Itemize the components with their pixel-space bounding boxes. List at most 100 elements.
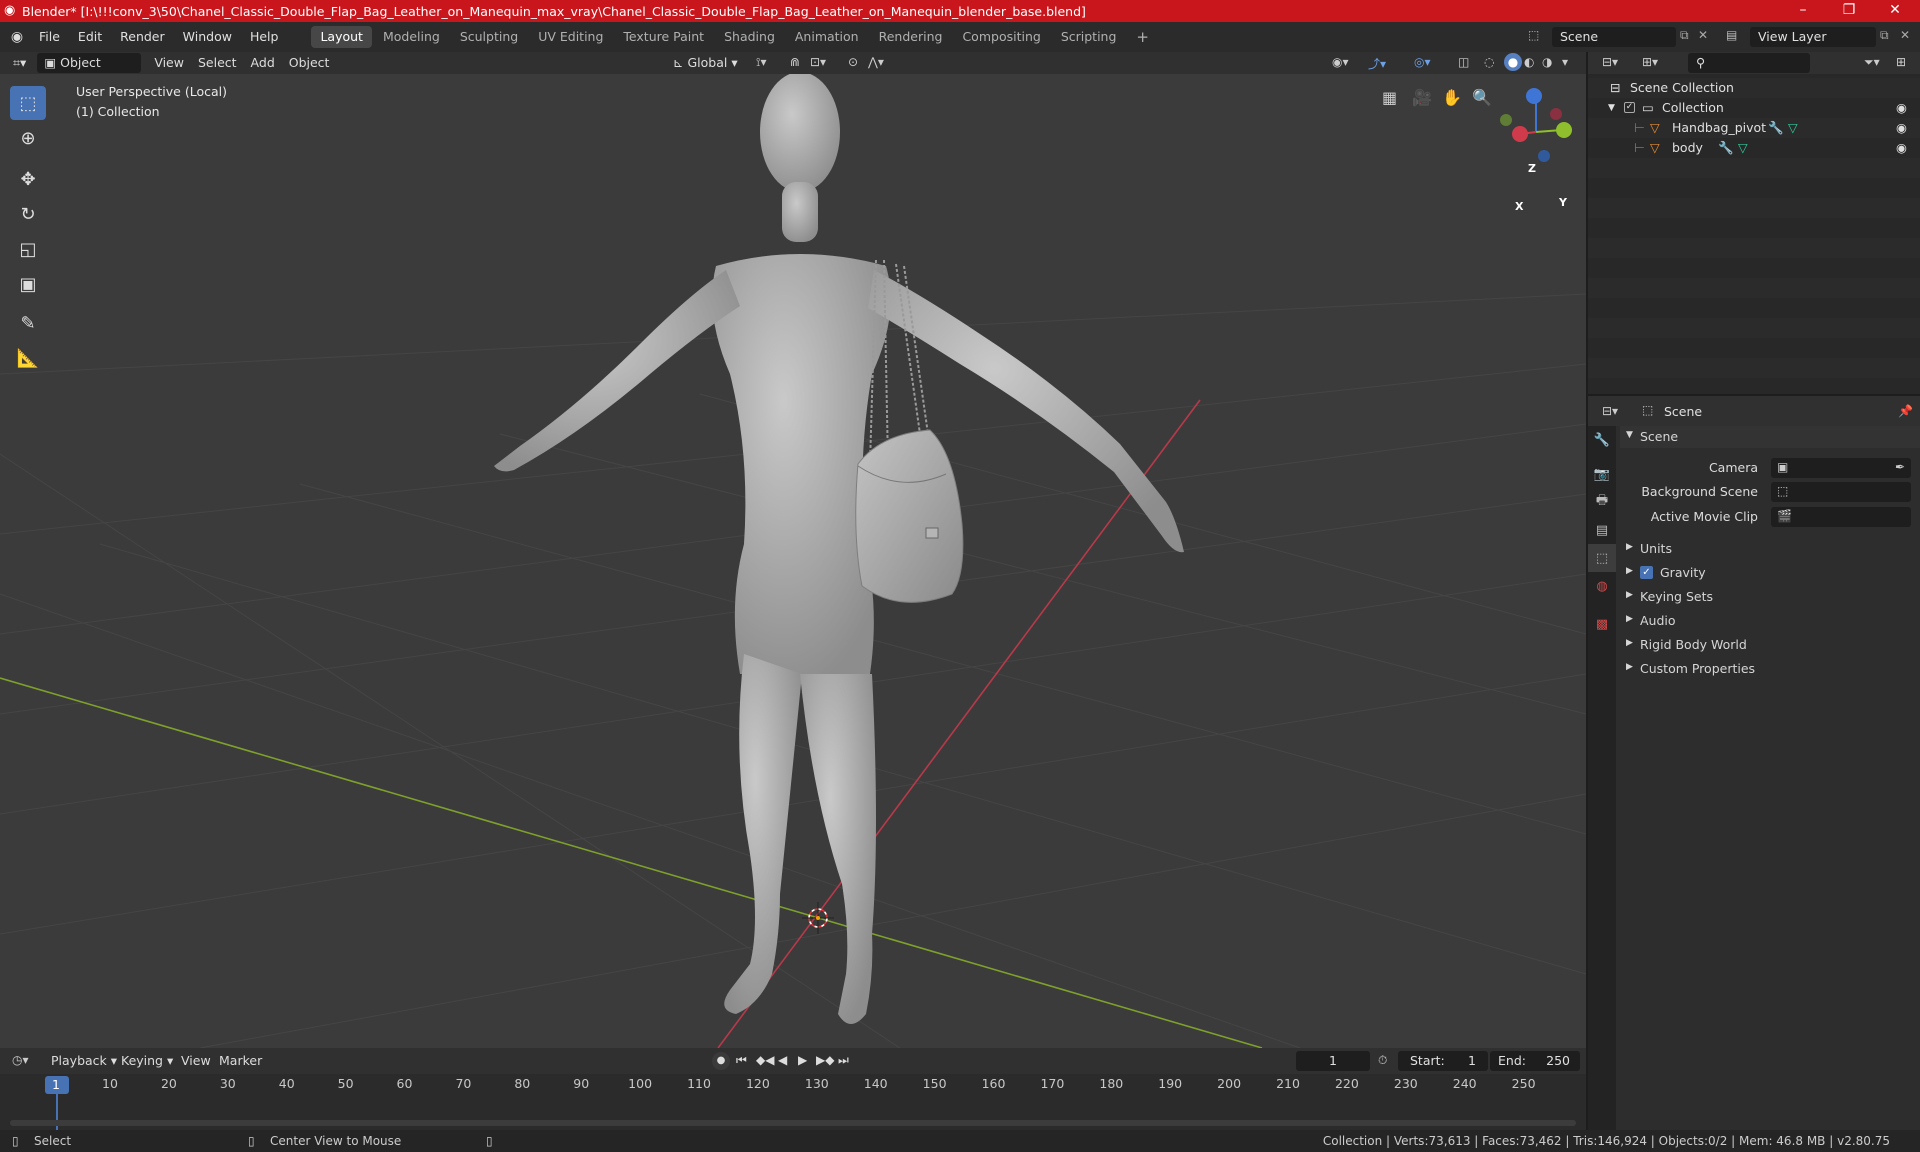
next-keyframe-icon[interactable]: ▶◆ xyxy=(816,1053,834,1067)
xray-toggle-icon[interactable]: ◫ xyxy=(1458,55,1469,69)
scene-section-header[interactable]: ▼ Scene xyxy=(1620,426,1920,448)
gizmo-toggle-icon[interactable]: ⤴▾ xyxy=(1368,55,1386,72)
scale-tool[interactable]: ◱ xyxy=(10,232,46,266)
pin-icon[interactable]: 📌 xyxy=(1898,404,1913,418)
tab-world[interactable]: ◍ xyxy=(1588,572,1616,600)
snap-target-icon[interactable]: ⊡▾ xyxy=(810,55,826,69)
navigation-gizmo[interactable] xyxy=(1500,88,1572,162)
pan-view-icon[interactable]: ✋ xyxy=(1442,88,1462,107)
playback-menu[interactable]: Playback ▾ xyxy=(44,1051,124,1071)
new-scene-icon[interactable]: ⧉ xyxy=(1680,28,1689,43)
timeline-editor-type-icon[interactable]: ◷▾ xyxy=(12,1053,29,1067)
play-icon[interactable]: ▶ xyxy=(798,1053,807,1067)
scene-selector[interactable]: Scene xyxy=(1552,27,1676,47)
tab-texture[interactable]: ▩ xyxy=(1588,610,1616,638)
object-visibility-icon[interactable]: ◉ xyxy=(1896,118,1907,138)
current-frame-field[interactable]: 1 xyxy=(1296,1051,1370,1071)
outliner-editor-type-icon[interactable]: ⊟▾ xyxy=(1602,55,1618,69)
collection-checkbox[interactable]: ✓ xyxy=(1624,102,1635,113)
eyedropper-icon[interactable]: ✒ xyxy=(1895,460,1905,474)
tab-animation[interactable]: Animation xyxy=(786,26,868,48)
move-tool[interactable]: ✥ xyxy=(10,162,46,196)
menu-object[interactable]: Object xyxy=(282,53,337,73)
end-frame-field[interactable]: End: 250 xyxy=(1490,1051,1580,1071)
menu-add[interactable]: Add xyxy=(244,53,282,73)
transform-orientation-selector[interactable]: ⊾ Global ▾ xyxy=(666,53,745,73)
tab-sculpting[interactable]: Sculpting xyxy=(451,26,527,48)
prev-keyframe-icon[interactable]: ◆◀ xyxy=(756,1053,774,1067)
delete-view-layer-icon[interactable]: ✕ xyxy=(1900,28,1910,42)
audio-panel[interactable]: ▶ Audio xyxy=(1620,610,1920,632)
rendered-shading-icon[interactable]: ◑ xyxy=(1542,55,1552,69)
camera-view-icon[interactable]: 🎥 xyxy=(1412,88,1432,107)
jump-end-icon[interactable]: ⏭ xyxy=(838,1053,849,1068)
new-collection-icon[interactable]: ⊞ xyxy=(1896,55,1906,69)
visibility-selectability-icon[interactable]: ◉▾ xyxy=(1332,55,1349,69)
properties-editor-type-icon[interactable]: ⊟▾ xyxy=(1602,404,1618,418)
timeline-scrollbar[interactable] xyxy=(10,1120,1576,1126)
units-panel[interactable]: ▶ Units xyxy=(1620,538,1920,560)
new-view-layer-icon[interactable]: ⧉ xyxy=(1880,28,1889,43)
gravity-checkbox[interactable]: ✓ xyxy=(1640,566,1653,579)
marker-menu[interactable]: Marker xyxy=(212,1051,269,1071)
close-button[interactable]: ✕ xyxy=(1872,0,1918,22)
tab-shading[interactable]: Shading xyxy=(715,26,784,48)
select-box-tool[interactable]: ⬚ xyxy=(10,86,46,120)
toggle-ortho-icon[interactable]: ▦ xyxy=(1382,88,1397,107)
tab-rendering[interactable]: Rendering xyxy=(870,26,952,48)
tab-tool[interactable]: 🔧 xyxy=(1588,426,1616,454)
tab-scene[interactable]: ⬚ xyxy=(1588,544,1616,572)
transform-tool[interactable]: ▣ xyxy=(10,267,46,301)
tab-layout[interactable]: Layout xyxy=(311,26,372,48)
proportional-falloff-icon[interactable]: ⋀▾ xyxy=(868,55,884,69)
record-button[interactable]: ● xyxy=(712,1052,730,1070)
add-workspace-button[interactable]: + xyxy=(1127,26,1158,48)
keying-sets-panel[interactable]: ▶ Keying Sets xyxy=(1620,586,1920,608)
tab-compositing[interactable]: Compositing xyxy=(953,26,1049,48)
tab-scripting[interactable]: Scripting xyxy=(1052,26,1126,48)
material-preview-icon[interactable]: ◐ xyxy=(1524,55,1534,69)
background-scene-field[interactable]: ⬚ xyxy=(1771,482,1911,502)
mannequin-body[interactable] xyxy=(494,74,1184,1024)
solid-shading-icon[interactable]: ● xyxy=(1504,53,1522,71)
maximize-button[interactable]: ❐ xyxy=(1826,0,1872,22)
start-frame-field[interactable]: Start: 1 xyxy=(1398,1051,1488,1071)
rigid-body-world-panel[interactable]: ▶ Rigid Body World xyxy=(1620,634,1920,656)
outliner-row-scene-collection[interactable]: ⊟ Scene Collection xyxy=(1588,78,1920,98)
custom-properties-panel[interactable]: ▶ Custom Properties xyxy=(1620,658,1920,680)
keying-menu[interactable]: Keying ▾ xyxy=(114,1051,180,1071)
play-reverse-icon[interactable]: ◀ xyxy=(778,1053,787,1067)
blender-menu-icon[interactable]: ◉ xyxy=(4,29,30,45)
object-visibility-icon[interactable]: ◉ xyxy=(1896,138,1907,158)
measure-tool[interactable]: 📐 xyxy=(10,341,46,375)
menu-window[interactable]: Window xyxy=(174,22,241,52)
tab-texture-paint[interactable]: Texture Paint xyxy=(614,26,713,48)
proportional-edit-icon[interactable]: ⊙ xyxy=(848,55,858,69)
delete-scene-icon[interactable]: ✕ xyxy=(1698,28,1708,42)
cursor-tool[interactable]: ⊕ xyxy=(10,121,46,155)
menu-help[interactable]: Help xyxy=(241,22,288,52)
mode-selector[interactable]: ▣ Object Mode ▾ xyxy=(37,53,142,90)
menu-render[interactable]: Render xyxy=(111,22,174,52)
overlays-toggle-icon[interactable]: ◎▾ xyxy=(1414,55,1431,69)
camera-field[interactable]: ▣ ✒ xyxy=(1771,458,1911,478)
collapse-arrow-icon[interactable]: ▼ xyxy=(1608,98,1615,118)
gravity-panel[interactable]: ▶ ✓ Gravity xyxy=(1620,562,1920,584)
shading-options-icon[interactable]: ▾ xyxy=(1562,55,1568,69)
annotate-tool[interactable]: ✎ xyxy=(10,306,46,340)
view-layer-selector[interactable]: View Layer xyxy=(1750,27,1876,47)
3d-viewport[interactable]: Z Y X User Perspective (Local) (1) Colle… xyxy=(0,74,1586,1048)
active-movie-clip-field[interactable]: 🎬 xyxy=(1771,507,1911,527)
collection-visibility-icon[interactable]: ◉ xyxy=(1896,98,1907,118)
outliner-row-handbag-pivot[interactable]: ⊢ ▽ Handbag_pivot 🔧 ▽ ◉ xyxy=(1588,118,1920,138)
menu-edit[interactable]: Edit xyxy=(69,22,111,52)
filter-icon[interactable]: ⏷▾ xyxy=(1864,55,1880,70)
display-mode-icon[interactable]: ⊞▾ xyxy=(1642,55,1658,69)
snap-icon[interactable]: ⋒ xyxy=(790,55,800,69)
zoom-view-icon[interactable]: 🔍 xyxy=(1472,88,1492,107)
menu-select[interactable]: Select xyxy=(191,53,244,73)
outliner-row-body[interactable]: ⊢ ▽ body 🔧 ▽ ◉ xyxy=(1588,138,1920,158)
tab-uv-editing[interactable]: UV Editing xyxy=(529,26,612,48)
rotate-tool[interactable]: ↻ xyxy=(10,197,46,231)
outliner-search-input[interactable]: ⚲ xyxy=(1688,53,1810,73)
